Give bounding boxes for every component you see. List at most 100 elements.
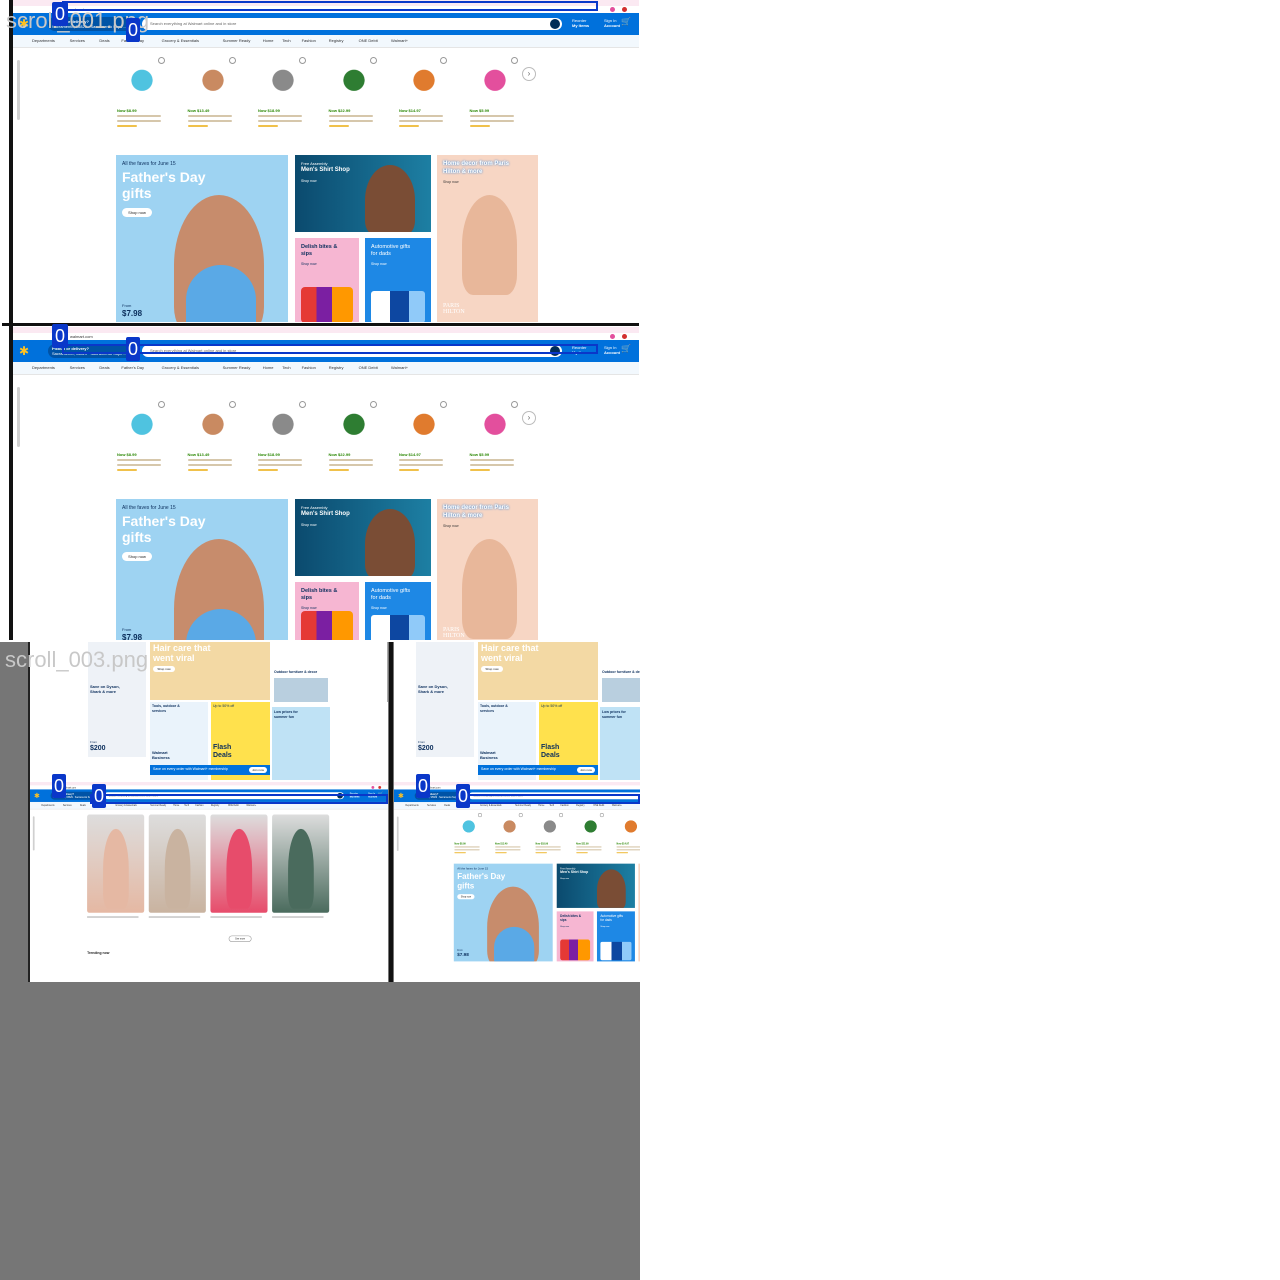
extension-icon[interactable] [610, 7, 615, 12]
trending-video-card[interactable] [210, 814, 268, 913]
nav-link[interactable]: Registry [329, 365, 344, 370]
favorite-icon[interactable] [510, 401, 518, 408]
walmart-plus-banner[interactable]: Save on every order with Walmart+ member… [478, 765, 598, 775]
nav-link[interactable]: Fashion [561, 804, 569, 807]
product-card[interactable]: Now $22.99 [575, 811, 605, 859]
search-icon[interactable] [550, 19, 560, 29]
promo-mens-shirt-shop[interactable]: Free Assembly Men's Shirt Shop Shop now [556, 863, 635, 908]
nav-link[interactable]: Walmart+ [612, 804, 622, 807]
nav-link[interactable]: Grocery & Essentials [115, 804, 136, 807]
promo-fathers-day[interactable]: All the faves for June 15 Father's Day gif… [453, 863, 553, 962]
profile-icon[interactable] [622, 7, 627, 12]
favorite-icon[interactable] [369, 401, 377, 408]
nav-link[interactable]: Tech [184, 804, 189, 807]
walmart-spark-icon[interactable]: ✱ [34, 792, 40, 800]
product-image[interactable] [617, 811, 640, 839]
nav-link[interactable]: Services [70, 38, 85, 43]
product-card[interactable]: Now $13.49 [187, 399, 238, 481]
promo-outdoor-furniture[interactable]: Outdoor furniture & decor [600, 642, 640, 704]
shop-now-button[interactable]: Shop now [122, 552, 152, 561]
nav-link[interactable]: Grocery & Essentials [162, 365, 199, 370]
account-link[interactable]: Sign In Account [604, 18, 620, 28]
promo-automotive-gifts[interactable]: Automotive gifts for dads Shop now [365, 238, 431, 322]
promo-fathers-day[interactable]: All the faves for June 15 Father's Day gif… [116, 155, 288, 322]
cart-icon[interactable]: 🛒 [621, 17, 631, 26]
nav-link[interactable]: Tech [549, 804, 554, 807]
search-bar[interactable]: Search everything at Walmart online and … [142, 18, 562, 30]
shop-now-link[interactable]: Shop now [371, 606, 387, 610]
shop-now-link[interactable]: Shop now [301, 179, 317, 183]
nav-link[interactable]: Services [63, 804, 72, 807]
search-input[interactable]: Search everything at Walmart online and … [150, 21, 236, 26]
nav-link[interactable]: Walmart+ [391, 365, 408, 370]
favorite-icon[interactable] [440, 57, 447, 64]
favorite-icon[interactable] [299, 57, 306, 64]
trending-video-card[interactable] [87, 814, 145, 913]
nav-link[interactable]: Grocery & Essentials [480, 804, 501, 807]
promo-summer-fun[interactable]: Low prices for summer fun [600, 707, 640, 780]
promo-home-decor[interactable]: Home decor from ParisHilton & moreShop n… [437, 499, 538, 640]
promo-mens-shirt-shop[interactable]: Free Assembly Men's Shirt Shop Shop now [295, 499, 431, 576]
nav-link[interactable]: Registry [329, 38, 344, 43]
nav-link[interactable]: Departments [406, 804, 419, 807]
promo-hair-care[interactable]: Hair care that went viral Shop now [478, 642, 598, 700]
nav-link[interactable]: Home [263, 38, 274, 43]
favorite-icon[interactable] [158, 57, 165, 64]
nav-link[interactable]: ONE Debit [359, 38, 378, 43]
trending-video-card[interactable] [272, 814, 330, 913]
join-now-button[interactable]: Join now [577, 767, 595, 773]
promo-delish-bites[interactable]: Delish bites & sips Shop now [295, 238, 359, 322]
carousel-next-icon[interactable]: › [522, 411, 536, 425]
nav-link[interactable]: Summer Ready [223, 38, 251, 43]
nav-link[interactable]: Home [173, 804, 179, 807]
favorite-icon[interactable] [369, 57, 377, 64]
join-now-button[interactable]: Join now [249, 767, 267, 773]
nav-link[interactable]: Registry [576, 804, 584, 807]
promo-hair-care[interactable]: Hair care that went viral Shop now [150, 642, 270, 700]
product-card[interactable]: Now $18.99 [258, 55, 308, 137]
walmart-plus-banner[interactable]: Save on every order with Walmart+ member… [150, 765, 270, 775]
promo-summer-fun[interactable]: Low prices for summer fun [272, 707, 330, 780]
product-card[interactable]: Now $5.99 [469, 55, 520, 137]
profile-icon[interactable] [622, 334, 627, 339]
promo-home-decor[interactable]: Home decor from ParisHilton & moreShop n… [638, 863, 640, 962]
nav-link[interactable]: Fashion [195, 804, 203, 807]
nav-link[interactable]: Home [538, 804, 544, 807]
nav-link[interactable]: Deals [444, 804, 450, 807]
shop-now-link[interactable]: Shop now [600, 925, 609, 927]
nav-link[interactable]: ONE Debit [593, 804, 604, 807]
walmart-spark-icon[interactable]: ✱ [398, 792, 404, 800]
trending-video-card[interactable] [148, 814, 206, 913]
reorder-link[interactable]: Reorder My Items [572, 18, 589, 28]
favorite-icon[interactable] [228, 401, 236, 408]
nav-link[interactable]: Summer Ready [150, 804, 166, 807]
nav-link[interactable]: Summer Ready [223, 365, 251, 370]
favorite-icon[interactable] [228, 57, 236, 64]
nav-link[interactable]: Services [427, 804, 436, 807]
favorite-icon[interactable] [158, 401, 165, 408]
nav-link[interactable]: Departments [32, 38, 55, 43]
product-card[interactable]: Now $14.97 [399, 55, 449, 137]
nav-link[interactable]: Departments [32, 365, 55, 370]
nav-link[interactable]: Summer Ready [515, 804, 531, 807]
product-card[interactable]: Now $18.99 [535, 811, 564, 859]
promo-delish-bites[interactable]: Delish bites & sips Shop now [295, 582, 359, 640]
favorite-icon[interactable] [518, 813, 523, 818]
product-card[interactable]: Now $5.99 [469, 399, 520, 481]
shop-now-button[interactable]: Shop now [481, 666, 503, 672]
promo-fathers-day[interactable]: All the faves for June 15 Father's Day gif… [116, 499, 288, 640]
shop-now-button[interactable]: Shop now [153, 666, 175, 672]
shop-now-button[interactable]: Shop now [457, 894, 475, 900]
shop-now-link[interactable]: Shop now [301, 262, 317, 266]
nav-link[interactable]: Walmart+ [246, 804, 256, 807]
nav-link[interactable]: Home [263, 365, 274, 370]
promo-mens-shirt-shop[interactable]: Free Assembly Men's Shirt Shop Shop now [295, 155, 431, 232]
product-card[interactable]: Now $18.99 [258, 399, 308, 481]
favorite-icon[interactable] [440, 401, 447, 408]
promo-automotive-gifts[interactable]: Automotive gifts for dads Shop now [365, 582, 431, 640]
product-card[interactable]: Now $13.49 [494, 811, 524, 859]
nav-link[interactable]: ONE Debit [359, 365, 378, 370]
extension-icon[interactable] [610, 334, 615, 339]
cart-icon[interactable]: 🛒 [621, 344, 631, 353]
nav-link[interactable]: Fashion [302, 38, 316, 43]
